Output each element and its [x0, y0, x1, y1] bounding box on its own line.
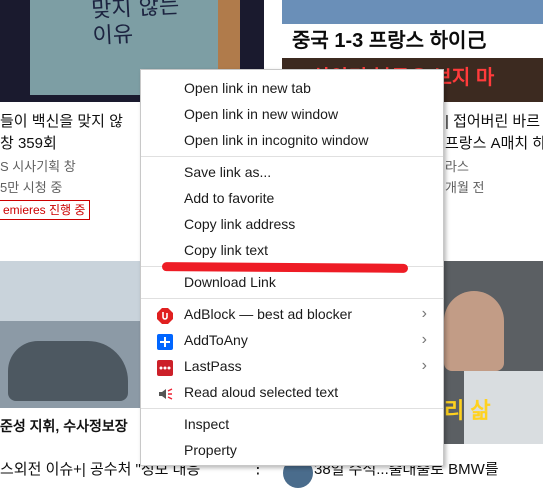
- menu-item-property[interactable]: Property: [141, 437, 443, 463]
- chevron-right-icon: ›: [421, 357, 427, 374]
- menu-item-label: Open link in new window: [184, 106, 339, 122]
- video-title[interactable]: | 접어버린 바르: [445, 110, 540, 131]
- menu-item-label: Inspect: [184, 416, 230, 432]
- upload-age: 개월 전: [445, 180, 485, 195]
- menu-item-label: Copy link text: [184, 242, 269, 258]
- thumbnail-tag: 리 삶: [444, 398, 491, 423]
- thumbnail-handwriting: 맞지 않는 이유: [90, 0, 180, 50]
- menu-item-label: Add to favorite: [184, 190, 275, 206]
- menu-item-copy-link-address[interactable]: Copy link address: [141, 211, 443, 237]
- video-title-line2[interactable]: 프랑스 A매치 하: [445, 132, 543, 153]
- video-title[interactable]: 들이 백신을 맞지 않: [0, 110, 123, 131]
- menu-separator: [141, 298, 443, 299]
- menu-item-label: Download Link: [184, 274, 276, 290]
- chevron-right-icon: ›: [421, 331, 427, 348]
- channel-name[interactable]: 라스: [445, 156, 469, 175]
- menu-item-add-to-favorite[interactable]: Add to favorite: [141, 185, 443, 211]
- thumbnail-caption: 준성 지휘, 수사정보장: [0, 408, 140, 444]
- menu-item-label: Read aloud selected text: [184, 384, 339, 400]
- menu-item-adblock-best-ad-blocker[interactable]: AdBlock — best ad blocker ›: [141, 301, 443, 327]
- thumbnail-sky: [0, 261, 140, 321]
- menu-item-save-link-as[interactable]: Save link as...: [141, 159, 443, 185]
- thumbnail-score-banner: 중국 1-3 프랑스 하이己: [282, 24, 543, 58]
- menu-item-inspect[interactable]: Inspect: [141, 411, 443, 437]
- menu-item-open-link-in-incognito-window[interactable]: Open link in incognito window: [141, 127, 443, 153]
- menu-item-addtoany[interactable]: AddToAny ›: [141, 327, 443, 353]
- thumbnail-photo: [282, 0, 543, 24]
- menu-item-read-aloud-selected-text[interactable]: Read aloud selected text: [141, 379, 443, 405]
- menu-separator: [141, 156, 443, 157]
- menu-item-open-link-in-new-tab[interactable]: Open link in new tab: [141, 75, 443, 101]
- lastpass-icon: [157, 358, 173, 376]
- video-title-line2[interactable]: 창 359회: [0, 132, 57, 153]
- menu-item-lastpass[interactable]: LastPass ›: [141, 353, 443, 379]
- menu-item-open-link-in-new-window[interactable]: Open link in new window: [141, 101, 443, 127]
- menu-item-label: Copy link address: [184, 216, 296, 232]
- video-thumbnail-3[interactable]: 준성 지휘, 수사정보장: [0, 261, 140, 444]
- menu-item-label: Open link in incognito window: [184, 132, 369, 148]
- menu-item-label: AddToAny: [184, 332, 248, 348]
- menu-item-label: Property: [184, 442, 237, 458]
- video-thumbnail-4[interactable]: 리 삶: [444, 261, 543, 444]
- view-count: 5만 시청 중: [0, 180, 63, 195]
- menu-item-label: Save link as...: [184, 164, 272, 180]
- menu-separator: [141, 408, 443, 409]
- menu-item-label: Open link in new tab: [184, 80, 311, 96]
- premieres-badge: emieres 진행 중: [0, 200, 91, 220]
- annotation-red-underline: [161, 262, 409, 273]
- menu-item-label: AdBlock — best ad blocker: [184, 306, 353, 322]
- menu-item-copy-link-text[interactable]: Copy link text: [141, 237, 443, 263]
- chevron-right-icon: ›: [421, 305, 427, 322]
- addtoany-icon: [157, 332, 173, 350]
- speaker-icon: [157, 384, 173, 400]
- adblock-icon: [157, 306, 173, 324]
- thumbnail-person: [444, 291, 504, 371]
- channel-name[interactable]: S 시사기획 창: [0, 156, 76, 175]
- menu-item-download-link[interactable]: Download Link: [141, 269, 443, 295]
- thumbnail-car: [8, 341, 128, 401]
- menu-item-label: LastPass: [184, 358, 242, 374]
